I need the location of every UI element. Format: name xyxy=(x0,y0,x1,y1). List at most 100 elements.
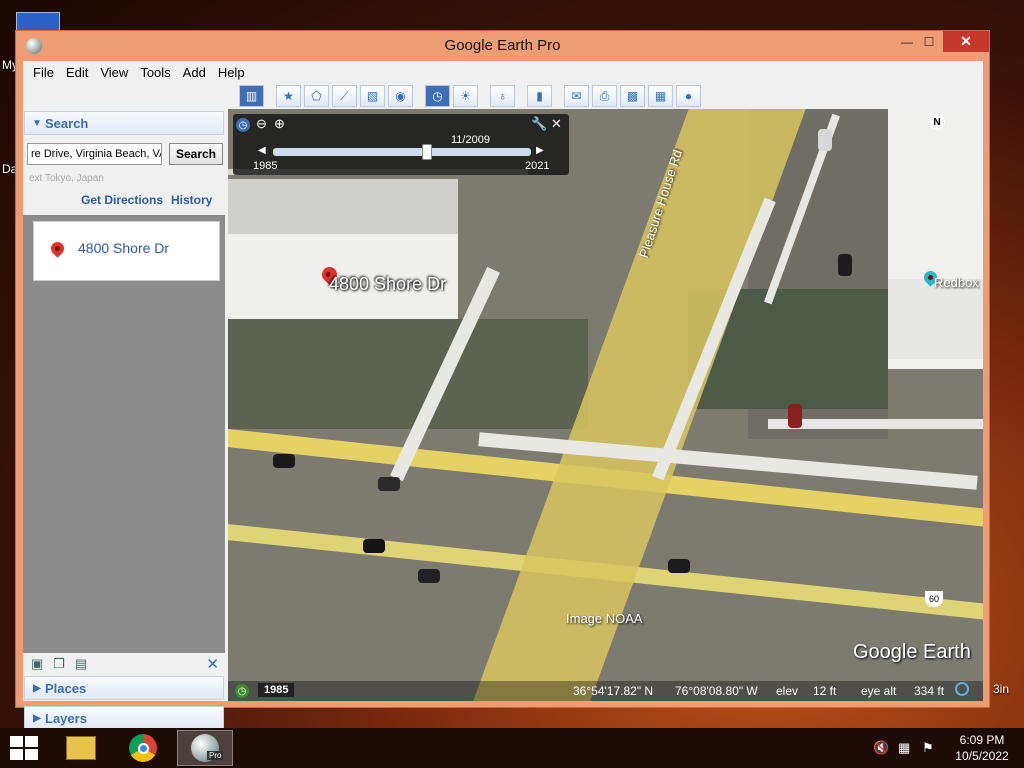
save-image-icon[interactable]: ▩ xyxy=(620,85,645,107)
places-panel-title: Places xyxy=(45,680,87,696)
search-panel-header[interactable]: ▼ Search xyxy=(24,111,224,135)
search-result[interactable]: 4800 Shore Dr xyxy=(33,221,220,281)
close-button[interactable]: ✕ xyxy=(943,31,989,52)
get-directions-link[interactable]: Get Directions xyxy=(81,193,163,207)
car xyxy=(418,569,440,583)
pro-badge: Pro xyxy=(207,751,224,760)
google-earth-window: Google Earth Pro — ☐ ✕ File Edit View To… xyxy=(15,30,990,730)
copy-icon[interactable]: ❐ xyxy=(53,656,65,672)
taskbar: Pro 🔇 ▦ ⚑ 6:09 PM 10/5/2022 xyxy=(0,728,1024,768)
car xyxy=(818,129,832,151)
time-slider-track[interactable] xyxy=(273,144,531,160)
windows-start-icon[interactable] xyxy=(10,736,38,760)
historical-imagery-icon[interactable]: ◷ xyxy=(425,85,450,107)
elevation: 12 ft xyxy=(813,684,837,698)
sidebar-toggle-icon[interactable]: ▥ xyxy=(239,85,264,107)
step-forward-icon[interactable]: ▶ xyxy=(536,145,544,156)
search-result-label[interactable]: 4800 Shore Dr xyxy=(78,240,169,256)
image-overlay-icon[interactable]: ▧ xyxy=(360,85,385,107)
clock-time: 6:09 PM xyxy=(959,733,1005,747)
chrome-icon[interactable] xyxy=(115,730,171,766)
minimize-button[interactable]: — xyxy=(896,31,918,52)
toolbar: ▥ ★ ⬠ ⟋ ▧ ◉ ◷ ☀ ♁ ▮ ✉ ⎙ ▩ ▦ ● xyxy=(236,83,983,109)
slider-current-date: 11/2009 xyxy=(451,134,490,146)
search-results: 4800 Shore Dr xyxy=(23,215,225,653)
car xyxy=(788,404,802,428)
polygon-icon[interactable]: ⬠ xyxy=(304,85,329,107)
history-link[interactable]: History xyxy=(171,193,212,207)
status-bar: ◷ 1985 36°54'17.82" N 76°08'08.80" W ele… xyxy=(228,681,983,701)
network-icon[interactable]: ▦ xyxy=(898,740,910,756)
print-icon[interactable]: ▤ xyxy=(75,656,87,672)
menu-bar: File Edit View Tools Add Help xyxy=(23,61,983,83)
car xyxy=(668,559,690,573)
latitude: 36°54'17.82" N xyxy=(573,684,654,698)
maximize-button[interactable]: ☐ xyxy=(918,31,940,52)
expand-caret-icon: ▶ xyxy=(33,682,41,694)
search-button[interactable]: Search xyxy=(169,143,223,165)
title-bar[interactable]: Google Earth Pro — ☐ ✕ xyxy=(16,31,989,61)
step-back-icon[interactable]: ◀ xyxy=(258,145,266,156)
expand-caret-icon: ▶ xyxy=(33,712,41,724)
add-folder-icon[interactable]: ▣ xyxy=(31,656,43,672)
menu-view[interactable]: View xyxy=(94,65,134,80)
clock-date: 10/5/2022 xyxy=(955,749,1009,763)
search-input[interactable] xyxy=(27,143,162,165)
zoom-out-icon[interactable]: ⊖ xyxy=(256,116,267,132)
elevation-label: elev xyxy=(776,684,799,698)
earth-gallery-icon[interactable]: ● xyxy=(676,85,701,107)
system-clock[interactable]: 6:09 PM 10/5/2022 xyxy=(950,732,1014,764)
google-earth-pro-taskbar-icon[interactable]: Pro xyxy=(177,730,233,766)
zoom-in-icon[interactable]: ⊕ xyxy=(274,116,285,132)
ruler-icon[interactable]: ▮ xyxy=(527,85,552,107)
eye-altitude: 334 ft xyxy=(914,684,945,698)
clock-icon[interactable]: ◷ xyxy=(236,118,250,132)
sidebar: ▼ Search Search ext Tokyo, Japan Get Dir… xyxy=(23,83,226,701)
car xyxy=(273,454,295,468)
record-tour-icon[interactable]: ◉ xyxy=(388,85,413,107)
print-icon[interactable]: ⎙ xyxy=(592,85,617,107)
compass-north[interactable]: N xyxy=(929,114,945,130)
placemark-icon[interactable]: ★ xyxy=(276,85,301,107)
image-credit: Image NOAA xyxy=(566,611,643,626)
streaming-status-icon xyxy=(955,682,969,696)
window-title: Google Earth Pro xyxy=(444,37,561,54)
placemark-label[interactable]: 4800 Shore Dr xyxy=(329,274,446,295)
search-hint: ext Tokyo, Japan xyxy=(29,173,104,184)
settings-wrench-icon[interactable]: 🔧 xyxy=(531,116,547,132)
poi-label[interactable]: Redbox xyxy=(934,275,979,290)
desktop-icon-label: 3in xyxy=(993,682,1010,696)
collapse-caret-icon: ▼ xyxy=(32,117,42,129)
imagery-year: 1985 xyxy=(258,683,295,697)
sunlight-icon[interactable]: ☀ xyxy=(453,85,478,107)
map-view[interactable]: 4800 Shore Dr Pleasure House Rd Redbox I… xyxy=(228,109,983,701)
panel-tools: ▣ ❐ ▤ ✕ xyxy=(23,653,225,675)
close-slider-icon[interactable]: ✕ xyxy=(551,116,562,132)
car xyxy=(363,539,385,553)
menu-tools[interactable]: Tools xyxy=(134,65,176,80)
search-panel-title: Search xyxy=(45,115,89,131)
clear-search-icon[interactable]: ✕ xyxy=(206,655,219,673)
menu-add[interactable]: Add xyxy=(177,65,212,80)
places-panel-header[interactable]: ▶ Places xyxy=(24,676,224,700)
historical-imagery-slider: ◷ ⊖ ⊕ 🔧 ✕ 11/2009 ◀ ▶ 1985 2021 xyxy=(233,114,569,175)
layers-panel-header[interactable]: ▶ Layers xyxy=(24,706,224,730)
path-icon[interactable]: ⟋ xyxy=(332,85,357,107)
planets-icon[interactable]: ♁ xyxy=(490,85,515,107)
menu-file[interactable]: File xyxy=(27,65,60,80)
historical-clock-icon[interactable]: ◷ xyxy=(235,684,249,698)
volume-muted-icon[interactable]: 🔇 xyxy=(873,740,889,756)
view-in-maps-icon[interactable]: ▦ xyxy=(648,85,673,107)
file-explorer-icon[interactable] xyxy=(53,730,109,766)
layers-panel-title: Layers xyxy=(45,710,87,726)
email-icon[interactable]: ✉ xyxy=(564,85,589,107)
route-shield: 60 xyxy=(925,591,943,607)
menu-edit[interactable]: Edit xyxy=(60,65,94,80)
menu-help[interactable]: Help xyxy=(212,65,251,80)
longitude: 76°08'08.80" W xyxy=(675,684,758,698)
time-slider-thumb[interactable] xyxy=(421,144,432,160)
car xyxy=(378,477,400,491)
google-earth-watermark: Google Earth xyxy=(853,641,971,663)
action-center-icon[interactable]: ⚑ xyxy=(922,740,934,756)
slider-end-year: 2021 xyxy=(525,160,550,172)
